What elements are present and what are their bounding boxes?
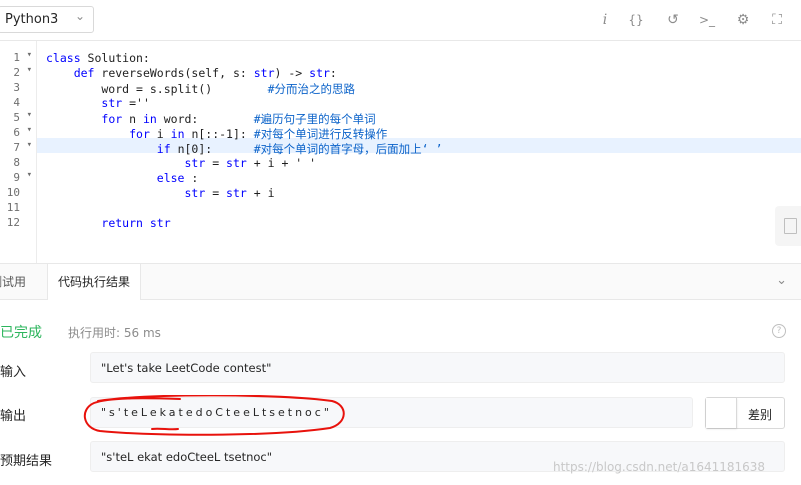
code-line: for n in word: #遍历句子里的每个单词	[101, 112, 376, 126]
editor-toolbar: Python3 ⌄ i {} ↺ >_ ⚙ ⛶	[0, 0, 801, 41]
line-number: 6 ▾	[13, 125, 32, 139]
code-line: for i in n[::-1]: #对每个单词进行反转操作	[129, 127, 388, 141]
result-panel-tabs: 测试用例 代码执行结果 ⌄	[0, 263, 801, 300]
line-number: 3	[13, 81, 20, 94]
code-line: def reverseWords(self, s: str) -> str:	[73, 66, 337, 80]
document-icon	[784, 218, 797, 234]
chevron-down-icon[interactable]: ⌄	[776, 273, 787, 288]
expected-label: 预期结果	[0, 454, 53, 469]
input-value-box: "Let's take LeetCode contest"	[90, 352, 785, 383]
line-number: 4	[13, 96, 20, 109]
code-line: str =''	[101, 96, 150, 110]
language-select-value: Python3	[5, 12, 59, 27]
code-line: word = s.split() #分而治之的思路	[46, 82, 355, 96]
watermark: https://blog.csdn.net/a1641181638	[553, 460, 766, 474]
language-select[interactable]: Python3 ⌄	[0, 6, 94, 33]
code-line: else :	[156, 171, 199, 185]
code-line: str = str + i	[184, 186, 275, 200]
toggle-knob	[706, 398, 737, 428]
tab-result-label: 代码执行结果	[57, 275, 130, 289]
diff-label: 差别	[748, 408, 773, 422]
terminal-icon[interactable]: >_	[698, 11, 716, 29]
line-number: 8	[13, 156, 20, 169]
code-line: class Solution:	[46, 51, 150, 65]
output-label: 输出	[0, 409, 27, 424]
red-annotation-circle	[84, 395, 345, 436]
line-number-gutter: 1 ▾ 2 ▾ 3 4 5 ▾ 6 ▾ 7 ▾ 8 9 ▾ 10 11 12	[0, 41, 37, 263]
side-panel-toggle[interactable]	[775, 206, 801, 246]
chevron-down-icon: ⌄	[74, 9, 85, 23]
line-number: 11	[6, 201, 20, 214]
line-number: 7 ▾	[13, 140, 32, 154]
line-number: 12	[6, 216, 20, 229]
tab-testcase-label: 测试用例	[0, 275, 27, 289]
input-label: 输入	[0, 365, 27, 380]
code-line: if n[0]: #对每个单词的首字母，后面加上‘ ’	[156, 142, 443, 156]
line-number: 1 ▾	[13, 50, 32, 64]
code-line: return str	[101, 216, 171, 230]
reset-icon[interactable]: ↺	[664, 11, 682, 29]
expected-value: "s'teL ekat edoCteeL tsetnoc"	[101, 450, 273, 464]
settings-icon[interactable]: ⚙	[734, 11, 752, 29]
line-number: 2 ▾	[13, 65, 32, 79]
status-label: 已完成	[0, 325, 42, 341]
fullscreen-icon[interactable]: ⛶	[768, 11, 786, 29]
braces-icon[interactable]: {}	[627, 11, 645, 29]
code-editor[interactable]: 1 ▾ 2 ▾ 3 4 5 ▾ 6 ▾ 7 ▾ 8 9 ▾ 10 11 12 class S…	[0, 41, 801, 263]
line-number: 9 ▾	[13, 170, 32, 184]
line-number: 10	[6, 186, 20, 199]
code-line: str = str + i + ' '	[184, 156, 317, 170]
tab-testcase[interactable]: 测试用例	[0, 264, 46, 300]
input-value: "Let's take LeetCode contest"	[101, 361, 272, 375]
info-icon[interactable]: i	[596, 11, 614, 29]
diff-toggle[interactable]: 差别	[705, 397, 785, 429]
runtime-label: 执行用时: 56 ms	[68, 326, 161, 340]
line-number: 5 ▾	[13, 110, 32, 124]
tab-result[interactable]: 代码执行结果	[47, 264, 141, 300]
help-icon[interactable]: ?	[772, 324, 786, 338]
